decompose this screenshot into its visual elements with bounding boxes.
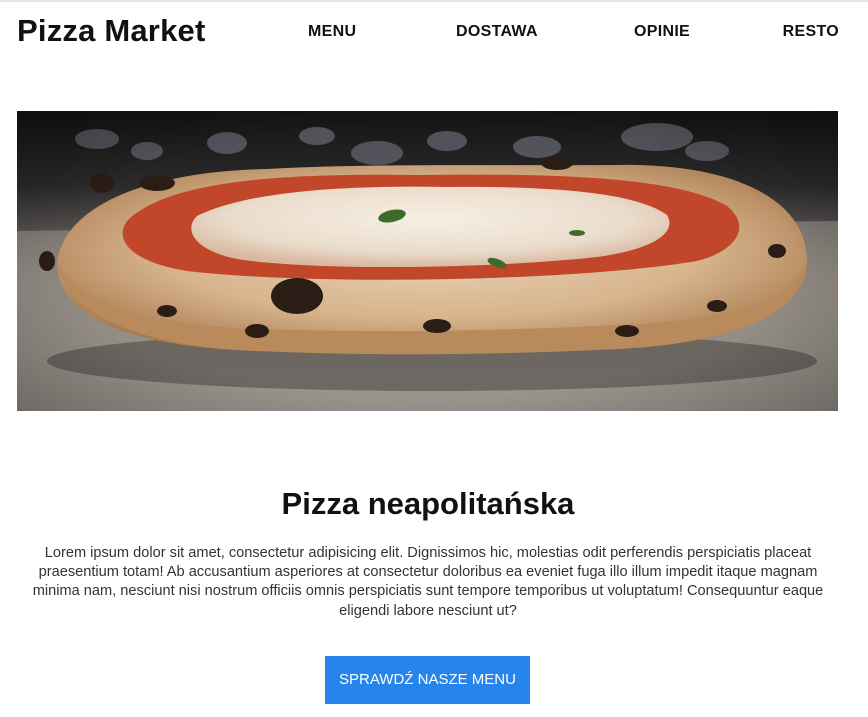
site-header: Pizza Market MENU DOSTAWA OPINIE RESTO bbox=[17, 10, 839, 54]
description-text: Lorem ipsum dolor sit amet, consectetur … bbox=[32, 544, 824, 619]
nav-link-menu[interactable]: MENU bbox=[308, 22, 356, 42]
hero-image bbox=[17, 111, 838, 411]
nav-link-resto[interactable]: RESTO bbox=[783, 22, 839, 42]
page-title: Pizza neapolitańska bbox=[281, 485, 575, 521]
nav-link-opinie[interactable]: OPINIE bbox=[634, 22, 690, 42]
check-menu-button[interactable]: SPRAWDŹ NASZE MENU bbox=[325, 656, 530, 704]
brand-logo[interactable]: Pizza Market bbox=[17, 10, 205, 52]
top-divider bbox=[0, 0, 868, 2]
pizza-photo bbox=[17, 111, 838, 411]
nav-link-dostawa[interactable]: DOSTAWA bbox=[456, 22, 538, 42]
